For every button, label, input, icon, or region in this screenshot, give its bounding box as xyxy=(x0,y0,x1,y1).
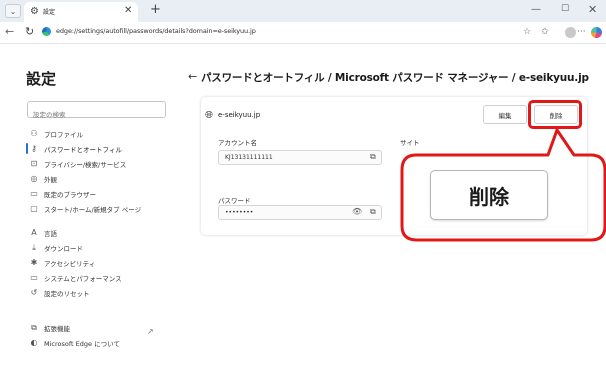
more-icon[interactable]: ··· xyxy=(577,27,586,37)
favorites-icon[interactable]: ✩ xyxy=(541,27,549,37)
favorite-star-icon[interactable]: ☆ xyxy=(523,27,531,37)
sidebar-item-label: 設定のリセット xyxy=(44,289,90,298)
sidebar-item-extensions[interactable]: ⧉ 拡張機能 xyxy=(27,321,177,334)
account-name-field[interactable]: KJ13131111111 ⧉ xyxy=(218,150,382,165)
settings-search[interactable] xyxy=(27,101,166,123)
sidebar-item-label: アクセシビリティ xyxy=(44,259,96,268)
language-icon: A xyxy=(31,228,37,237)
sidebar-item-label: 言語 xyxy=(44,229,57,238)
edit-button[interactable]: 編集 xyxy=(483,105,527,124)
sidebar-item-about[interactable]: ◐ Microsoft Edge について xyxy=(27,336,177,349)
sidebar-item-label: 拡張機能 xyxy=(44,324,70,333)
password-value: •••••••• xyxy=(225,209,254,216)
sidebar-item-passwords-autofill[interactable]: ⚷ パスワードとオートフィル xyxy=(26,142,177,155)
sidebar-item-reset[interactable]: ↺ 設定のリセット xyxy=(27,286,177,299)
show-password-icon[interactable]: 👁︎ xyxy=(352,207,362,216)
sidebar-item-system[interactable]: ▭ システムとパフォーマンス xyxy=(27,271,177,284)
sidebar-item-default-browser[interactable]: ▭ 既定のブラウザー xyxy=(27,187,177,200)
copy-icon[interactable]: ⧉ xyxy=(370,152,376,162)
sidebar-item-label: 外観 xyxy=(44,175,57,184)
site-name: e-seikyuu.jp xyxy=(218,111,261,119)
window-close-icon[interactable]: ✕ xyxy=(588,3,597,16)
account-name-label: アカウント名 xyxy=(218,139,257,147)
sidebar-item-privacy[interactable]: ⊡ プライバシー/検索/サービス xyxy=(27,157,177,170)
back-icon[interactable]: ← xyxy=(5,25,14,38)
password-field[interactable]: •••••••• 👁︎ ⧉ xyxy=(218,205,382,220)
maximize-icon[interactable]: ☐ xyxy=(561,4,569,14)
sidebar-item-languages[interactable]: A 言語 xyxy=(27,226,177,239)
sidebar-item-appearance[interactable]: ◎ 外観 xyxy=(27,172,177,185)
password-label: パスワード xyxy=(218,197,251,205)
settings-search-input[interactable] xyxy=(28,107,165,123)
close-tab-icon[interactable]: ✕ xyxy=(124,5,132,16)
extension-icon: ⧉ xyxy=(31,322,37,332)
tab-title: 設定 xyxy=(43,9,56,16)
sidebar-item-label: システムとパフォーマンス xyxy=(44,274,122,283)
sidebar-item-label: プライバシー/検索/サービス xyxy=(44,160,127,169)
page-title: パスワードとオートフィル / Microsoft パスワード マネージャー / … xyxy=(201,72,589,84)
external-link-icon: ↗ xyxy=(147,327,154,336)
sidebar-item-label: スタート/ホーム/新規タブ ページ xyxy=(44,205,142,214)
profile-avatar[interactable] xyxy=(565,27,576,38)
sidebar-item-downloads[interactable]: ⤓ ダウンロード xyxy=(27,241,177,254)
sidebar-item-label: プロファイル xyxy=(44,130,83,139)
settings-title: 設定 xyxy=(26,70,57,88)
lock-icon: ⊡ xyxy=(30,159,38,168)
sidebar-item-label: パスワードとオートフィル xyxy=(44,145,122,154)
sidebar-item-profile[interactable]: ⚇ プロファイル xyxy=(27,127,177,140)
minimize-icon[interactable]: — xyxy=(531,4,541,15)
reset-icon: ↺ xyxy=(30,288,38,297)
person-icon: ⚇ xyxy=(30,129,38,138)
sidebar-item-label: ダウンロード xyxy=(44,244,83,253)
edge-icon: ◐ xyxy=(30,338,38,347)
reload-icon[interactable]: ↻ xyxy=(25,25,34,38)
home-icon: ▢ xyxy=(30,204,38,213)
title-bar: ⌄ ⚙ 設定 ✕ + — ☐ ✕ xyxy=(0,0,606,22)
copy-icon[interactable]: ⧉ xyxy=(370,207,376,217)
navigation-bar: ← ↻ edge://settings/autofill/passwords/d… xyxy=(0,22,606,44)
address-url: edge://settings/autofill/passwords/detai… xyxy=(56,27,256,35)
key-icon: ⚷ xyxy=(31,144,37,153)
browser-icon: ▭ xyxy=(30,189,38,198)
new-tab-icon[interactable]: + xyxy=(150,2,161,17)
system-icon: ▭ xyxy=(30,273,38,282)
delete-highlight-box xyxy=(528,100,582,129)
accessibility-icon: ✱ xyxy=(30,258,38,267)
appearance-icon: ◎ xyxy=(30,174,38,183)
sidebar-item-start-home[interactable]: ▢ スタート/ホーム/新規タブ ページ xyxy=(27,202,177,215)
sidebar-item-label: Microsoft Edge について xyxy=(44,339,120,348)
account-name-value: KJ13131111111 xyxy=(225,154,273,161)
gear-icon: ⚙ xyxy=(30,6,39,17)
site-label: サイト xyxy=(400,139,420,147)
copilot-icon[interactable] xyxy=(591,27,602,38)
edge-icon xyxy=(42,27,51,36)
browser-tab[interactable]: ⚙ 設定 ✕ xyxy=(24,2,138,22)
sidebar-item-accessibility[interactable]: ✱ アクセシビリティ xyxy=(27,256,177,269)
address-bar[interactable]: edge://settings/autofill/passwords/detai… xyxy=(40,25,520,40)
download-icon: ⤓ xyxy=(32,242,36,252)
back-arrow-icon[interactable]: ← xyxy=(188,70,197,83)
sidebar-item-label: 既定のブラウザー xyxy=(44,190,96,199)
delete-button-zoomed: 削除 xyxy=(430,170,548,220)
tab-actions-menu[interactable]: ⌄ xyxy=(5,4,21,18)
globe-icon: 🌐︎ xyxy=(205,110,213,121)
